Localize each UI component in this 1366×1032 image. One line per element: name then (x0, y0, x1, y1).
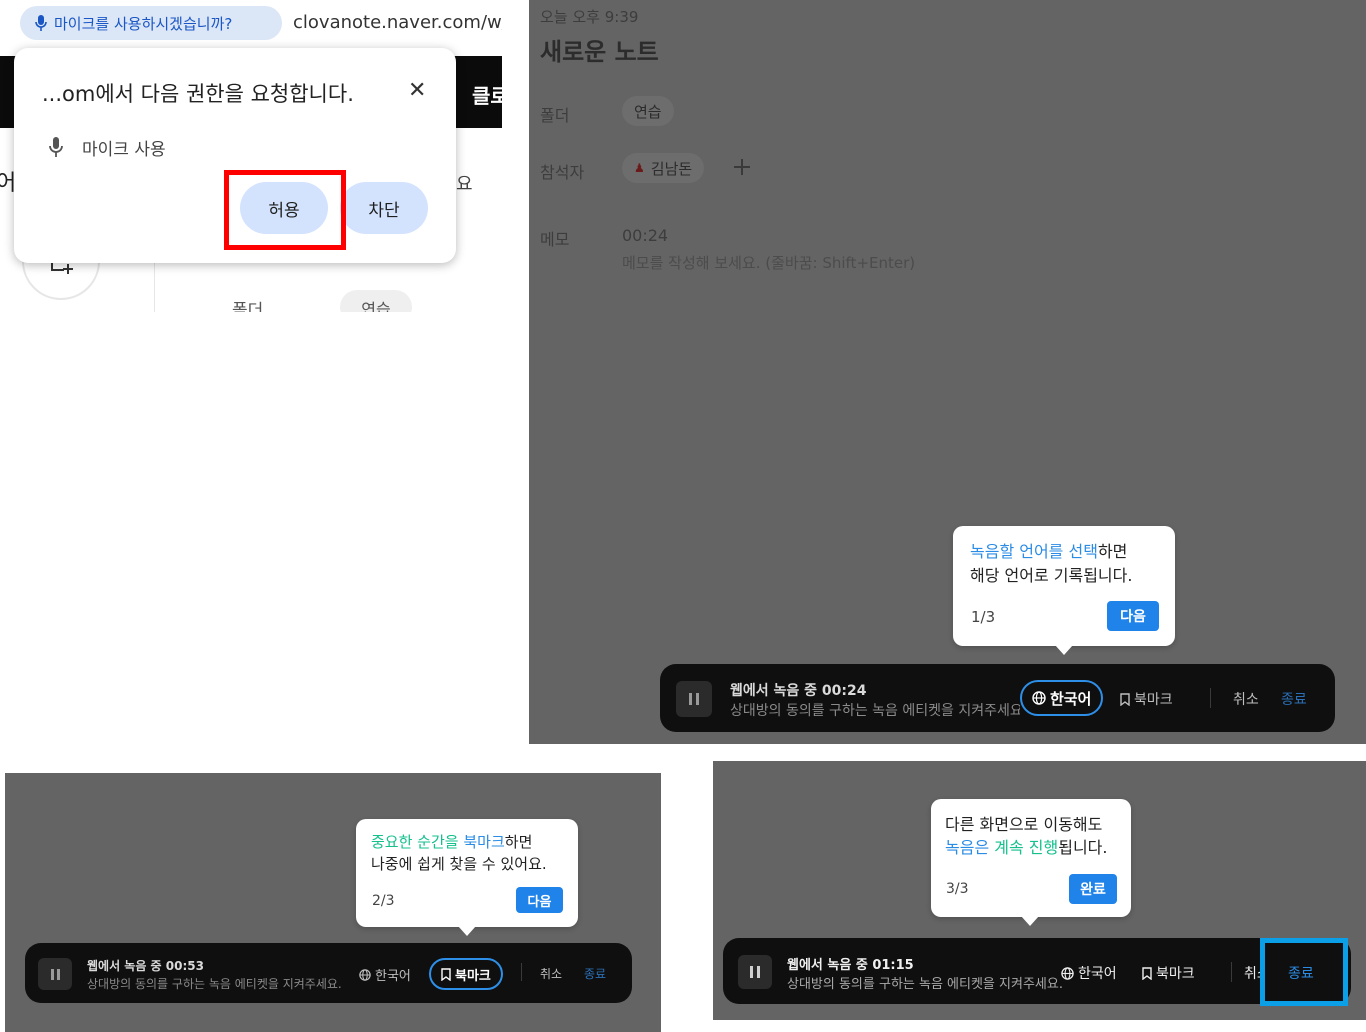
globe-icon (1032, 691, 1046, 705)
onboarding-tooltip: 중요한 순간을 북마크하면 나중에 쉽게 찾을 수 있어요. 2/3 다음 (356, 819, 578, 936)
globe-icon (1061, 966, 1074, 980)
memo-label: 메모 (540, 230, 570, 249)
recording-bar: 웹에서 녹음 중 00:24 상대방의 동의를 구하는 녹음 에티켓을 지켜주세… (660, 664, 1335, 732)
timestamp: 오늘 오후 9:39 (540, 8, 639, 26)
language-button[interactable]: 한국어 (1061, 963, 1117, 983)
memo-time: 00:24 (622, 226, 669, 245)
tooltip-highlight-2: 계속 진행 (994, 838, 1059, 857)
permission-label: 마이크 사용 (82, 140, 166, 160)
permission-panel: 마이크를 사용하시겠습니까? clovanote.naver.com/w/ 클로… (0, 0, 502, 312)
pause-icon (50, 968, 60, 980)
note-title[interactable]: 새로운 노트 (540, 32, 659, 67)
tooltip-highlight-2: 북마크 (463, 833, 505, 851)
bookmark-label: 북마크 (1156, 966, 1195, 982)
recording-status: 웹에서 녹음 중 01:15 (787, 958, 914, 973)
recording-status: 웹에서 녹음 중 00:53 (87, 959, 204, 973)
bookmark-button[interactable]: 북마크 (429, 958, 503, 990)
globe-icon (359, 968, 371, 981)
bookmark-button[interactable]: 북마크 (1120, 689, 1173, 709)
end-tour-panel: 다른 화면으로 이동해도 녹음은 계속 진행됩니다. 3/3 완료 웹에서 녹음… (713, 761, 1366, 1020)
tooltip-text-2: 해당 언어로 기록됩니다. (970, 566, 1133, 585)
bookmark-tour-panel: 중요한 순간을 북마크하면 나중에 쉽게 찾을 수 있어요. 2/3 다음 웹에… (5, 773, 661, 1032)
language-label: 한국어 (1078, 966, 1117, 982)
bookmark-label: 북마크 (1134, 692, 1173, 708)
avatar-icon: ♟ (634, 161, 645, 175)
end-button[interactable]: 종료 (1281, 689, 1307, 709)
tooltip-text: 다른 화면으로 이동해도 (945, 815, 1103, 834)
highlight-box-red (224, 170, 346, 250)
pause-button[interactable] (738, 955, 772, 989)
tooltip-text: 하면 (1097, 542, 1128, 561)
folder-label: 폴더 (540, 106, 570, 125)
cancel-button[interactable]: 취소 (540, 965, 562, 982)
cancel-button[interactable]: 취소 (1233, 689, 1259, 709)
recording-bar: 웹에서 녹음 중 01:15 상대방의 동의를 구하는 녹음 에티켓을 지켜주세… (723, 938, 1351, 1004)
tooltip-highlight: 녹음할 언어를 선택 (970, 542, 1098, 561)
mic-icon (48, 136, 64, 158)
pause-icon (750, 966, 760, 978)
bookmark-icon (1142, 966, 1152, 980)
recording-subtitle: 상대방의 동의를 구하는 녹음 에티켓을 지켜주세요. (87, 977, 342, 991)
divider (1210, 688, 1211, 708)
dialog-title: ...om에서 다음 권한을 요청합니다. (42, 82, 354, 106)
recording-subtitle: 상대방의 동의를 구하는 녹음 에티켓을 지켜주세요. (787, 977, 1062, 992)
pause-button[interactable] (38, 958, 72, 990)
folder-label: 폴더 (232, 301, 264, 312)
bookmark-icon (1120, 692, 1130, 706)
tooltip-text-2: 됩니다. (1058, 838, 1108, 857)
recording-status: 웹에서 녹음 중 00:24 (730, 683, 867, 699)
divider (521, 963, 522, 981)
language-button[interactable]: 한국어 (1020, 680, 1104, 716)
tooltip-highlight: 중요한 순간을 (371, 833, 459, 851)
folder-pill[interactable]: 연습 (340, 290, 412, 312)
address-url[interactable]: clovanote.naver.com/w/ (293, 12, 502, 33)
attendee-label: 참석자 (540, 163, 585, 182)
language-button[interactable]: 한국어 (359, 965, 411, 984)
tooltip-text-2: 나중에 쉽게 찾을 수 있어요. (371, 855, 547, 873)
language-label: 한국어 (375, 969, 411, 984)
pause-icon (689, 693, 699, 705)
recording-subtitle: 상대방의 동의를 구하는 녹음 에티켓을 지켜주세요. (730, 703, 1020, 719)
tooltip-step: 3/3 (946, 881, 969, 897)
highlight-box-cyan (1260, 938, 1348, 1006)
memo-input[interactable]: 메모를 작성해 보세요. (줄바꿈: Shift+Enter) (622, 252, 915, 273)
pause-button[interactable] (676, 681, 712, 717)
end-button[interactable]: 종료 (584, 965, 606, 982)
recording-bar: 웹에서 녹음 중 00:53 상대방의 동의를 구하는 녹음 에티켓을 지켜주세… (25, 943, 632, 1003)
note-panel: 오늘 오후 9:39 새로운 노트 폴더 연습 참석자 ♟ 김남돈 메모 00:… (529, 0, 1366, 744)
folder-pill[interactable]: 연습 (622, 96, 674, 126)
tooltip-next-button[interactable]: 다음 (516, 887, 563, 913)
cancel-button[interactable]: 취소 (1244, 963, 1260, 983)
tooltip-highlight: 녹음은 (945, 838, 990, 857)
close-icon[interactable]: ✕ (408, 78, 426, 103)
onboarding-tooltip: 녹음할 언어를 선택하면 해당 언어로 기록됩니다. 1/3 다음 (953, 526, 1175, 655)
language-label: 한국어 (1050, 689, 1092, 708)
attendee-pill[interactable]: ♟ 김남돈 (622, 153, 705, 183)
partial-text-right: 요 (456, 174, 473, 195)
tooltip-arrow (458, 926, 476, 936)
tooltip-step: 1/3 (971, 608, 996, 626)
bookmark-button[interactable]: 북마크 (1142, 963, 1195, 983)
mic-permission-chip[interactable]: 마이크를 사용하시겠습니까? (20, 6, 282, 40)
tooltip-next-button[interactable]: 다음 (1107, 601, 1159, 631)
chip-label: 마이크를 사용하시겠습니까? (54, 14, 233, 33)
tooltip-step: 2/3 (372, 893, 395, 909)
attendee-name: 김남돈 (650, 159, 693, 178)
divider (1231, 962, 1232, 982)
bookmark-icon (441, 967, 451, 981)
site-header-text: 클로 (472, 84, 502, 108)
onboarding-tooltip: 다른 화면으로 이동해도 녹음은 계속 진행됩니다. 3/3 완료 (931, 799, 1131, 926)
bookmark-label: 북마크 (455, 968, 491, 984)
tooltip-text: 하면 (504, 833, 533, 851)
tooltip-arrow (1021, 916, 1039, 926)
tooltip-arrow (1055, 645, 1073, 655)
tooltip-done-button[interactable]: 완료 (1069, 874, 1117, 904)
mic-icon (34, 14, 48, 32)
add-attendee-icon[interactable] (732, 157, 752, 177)
block-button[interactable]: 차단 (340, 182, 428, 234)
